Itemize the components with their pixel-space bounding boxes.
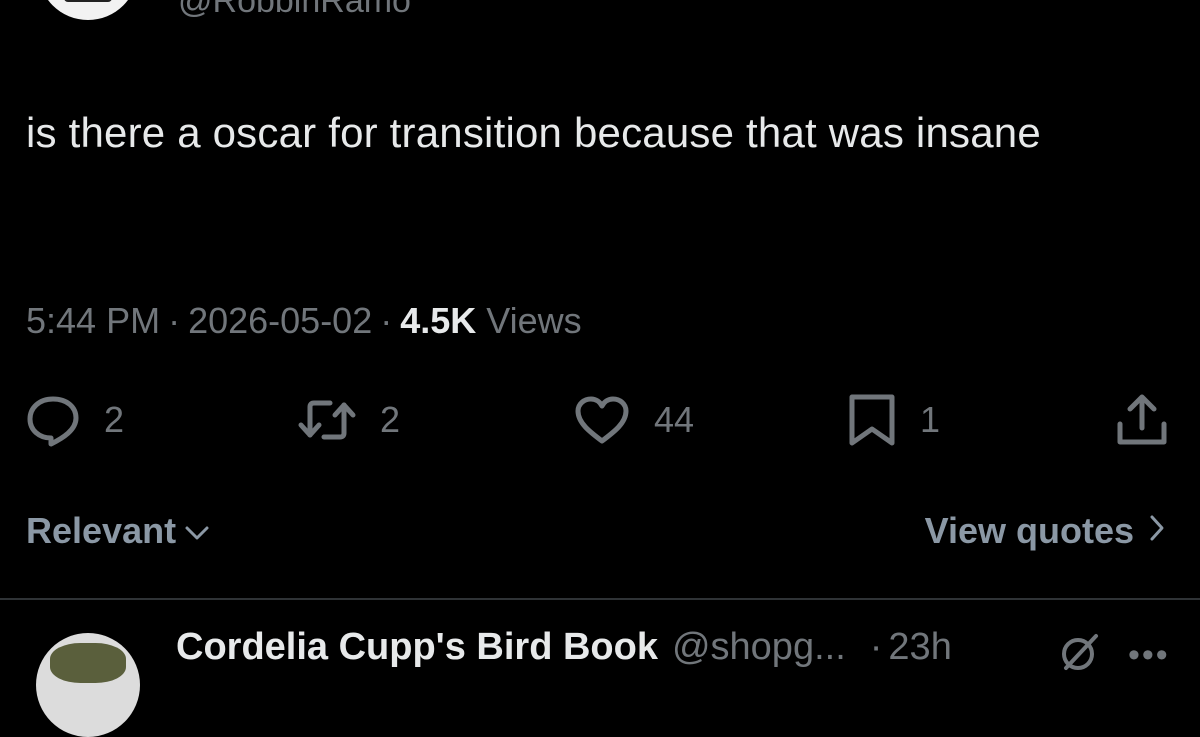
- view-quotes-link[interactable]: View quotes: [925, 510, 1166, 552]
- avatar-image: [50, 643, 126, 683]
- reply-button[interactable]: 2: [24, 390, 124, 450]
- tweet-meta: 5:44 PM · 2026-05-02 · 4.5K Views: [26, 300, 582, 342]
- chevron-down-icon: [184, 510, 210, 552]
- views-count[interactable]: 4.5K: [400, 300, 476, 342]
- sort-replies-dropdown[interactable]: Relevant: [26, 510, 210, 552]
- bookmark-icon: [846, 392, 898, 448]
- bookmark-count: 1: [920, 399, 941, 440]
- retweet-icon: [296, 395, 358, 445]
- reply-author-handle[interactable]: @shopg...: [672, 626, 846, 669]
- meta-separator: ·: [869, 626, 883, 668]
- share-icon: [1112, 392, 1172, 448]
- retweet-count: 2: [380, 399, 401, 440]
- meta-separator: ·: [380, 300, 393, 341]
- reply-icon: [24, 393, 82, 447]
- more-icon[interactable]: •••: [1128, 636, 1170, 675]
- retweet-button[interactable]: 2: [296, 390, 400, 450]
- author-handle[interactable]: @RobbinRamo: [178, 0, 411, 21]
- chevron-right-icon: [1148, 510, 1166, 552]
- reply-time[interactable]: 23h: [888, 626, 951, 669]
- avatar-detail: [64, 0, 112, 2]
- sort-label: Relevant: [26, 510, 177, 551]
- tweet-date[interactable]: 2026-05-02: [188, 300, 372, 342]
- reply-count: 2: [104, 399, 125, 440]
- reply-header: Cordelia Cupp's Bird Book @shopg... · 23…: [176, 626, 952, 669]
- tweet-time[interactable]: 5:44 PM: [26, 300, 160, 342]
- reply-author-avatar[interactable]: [36, 633, 140, 737]
- views-label: Views: [486, 300, 582, 341]
- author-avatar[interactable]: [38, 0, 138, 20]
- tweet-text: is there a oscar for transition because …: [26, 109, 1041, 156]
- heart-icon: [572, 394, 632, 446]
- like-button[interactable]: 44: [572, 390, 694, 450]
- like-count: 44: [654, 399, 695, 440]
- reply-author-name[interactable]: Cordelia Cupp's Bird Book: [176, 626, 658, 669]
- meta-separator: ·: [168, 300, 181, 341]
- divider: [0, 598, 1200, 600]
- view-quotes-label: View quotes: [924, 510, 1134, 551]
- share-button[interactable]: [1112, 390, 1172, 450]
- bookmark-button[interactable]: 1: [846, 390, 940, 450]
